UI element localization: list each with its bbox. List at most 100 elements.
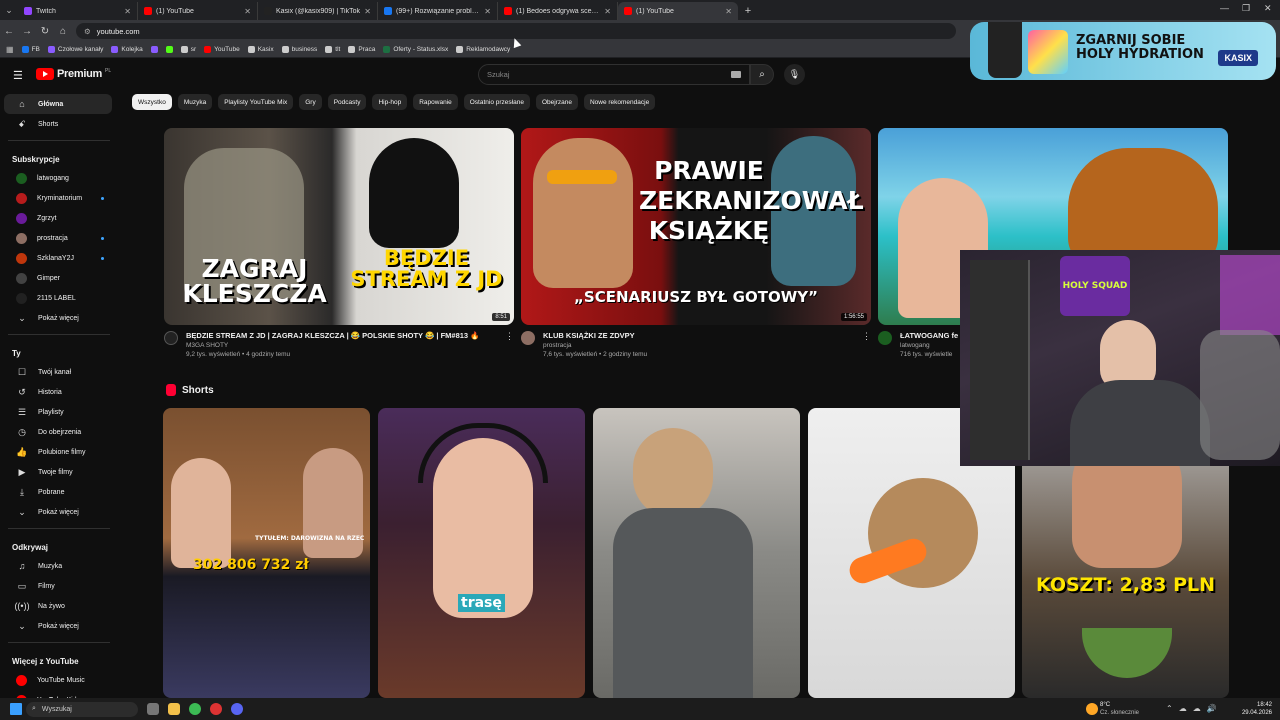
tab-close-icon[interactable]: ✕ [364, 7, 371, 16]
search-input[interactable]: Szukaj [478, 64, 750, 85]
tab-close-icon[interactable]: ✕ [484, 7, 491, 16]
more-options-icon[interactable]: ⋮ [505, 331, 514, 359]
forward-icon[interactable]: → [18, 26, 36, 37]
filter-chip[interactable]: Muzyka [177, 94, 213, 110]
bookmark-item[interactable]: Kolejka [111, 46, 143, 53]
discord-icon[interactable] [231, 703, 243, 715]
tab-close-icon[interactable]: ✕ [604, 7, 611, 16]
task-view-icon[interactable] [147, 703, 159, 715]
sidebar-item-you[interactable]: ⤓ Pobrane [4, 482, 112, 502]
short-card[interactable]: 302 806 732 zł TYTUŁEM: DAROWIZNA NA RZE… [163, 408, 370, 698]
app-icon[interactable] [210, 703, 222, 715]
bookmark-item[interactable]: business [281, 46, 317, 53]
channel-name[interactable]: M3GA SHOTY [186, 341, 480, 350]
sidebar-item-explore[interactable]: ((•)) Na żywo [4, 596, 112, 616]
tab-close-icon[interactable]: ✕ [244, 7, 251, 16]
sidebar-section-title[interactable]: Subskrypcje [0, 147, 118, 168]
channel-avatar[interactable] [521, 331, 535, 345]
browser-tab[interactable]: (1) YouTube ✕ [618, 2, 738, 20]
show-more-button[interactable]: ⌄ Pokaż więcej [4, 308, 112, 328]
sidebar-subscription[interactable]: Gimper [4, 268, 112, 288]
video-title[interactable]: ŁATWOGANG fe [900, 331, 958, 341]
back-icon[interactable]: ← [0, 26, 18, 37]
sidebar-section-title[interactable]: Więcej z YouTube [0, 649, 118, 670]
close-window-icon[interactable]: ✕ [1264, 3, 1272, 14]
video-thumbnail[interactable]: PRAWIE ZEKRANIZOWAŁ KSIĄŻKĘ „SCENARIUSZ … [521, 128, 871, 325]
site-info-icon[interactable]: ⚙ [84, 27, 91, 36]
bookmark-item[interactable]: Kasix [247, 46, 274, 53]
windows-start-icon[interactable] [10, 703, 22, 715]
tab-search-icon[interactable]: ⌄ [0, 0, 18, 20]
bookmark-item[interactable]: Oferty - Status.xlsx [383, 46, 448, 53]
bookmark-item[interactable] [165, 46, 173, 53]
bookmark-item[interactable]: Praca [348, 46, 375, 53]
short-card[interactable] [593, 408, 800, 698]
sidebar-subscription[interactable]: SzklanaY2J [4, 248, 112, 268]
sidebar-subscription[interactable]: prostracja [4, 228, 112, 248]
video-card[interactable]: PRAWIE ZEKRANIZOWAŁ KSIĄŻKĘ „SCENARIUSZ … [521, 128, 871, 359]
filter-chip[interactable]: Wszystko [132, 94, 172, 110]
video-card[interactable]: ZAGRAJ KLESZCZA BĘDZIE STREAM Z JD 8:51 … [164, 128, 514, 359]
sidebar-subscription[interactable]: 2115 LABEL [4, 288, 112, 308]
more-options-icon[interactable]: ⋮ [862, 331, 871, 359]
filter-chip[interactable]: Rapowanie [413, 94, 458, 110]
channel-avatar[interactable] [878, 331, 892, 345]
browser-tab[interactable]: Kasix (@kasix909) | TikTok ✕ [258, 2, 378, 20]
bookmark-item[interactable]: sr [180, 46, 196, 53]
apps-icon[interactable]: ▦ [6, 45, 14, 54]
bookmark-item[interactable]: Reklamodawcy [456, 46, 510, 53]
sidebar-subscription[interactable]: Zgrzyt [4, 208, 112, 228]
show-more-button[interactable]: ⌄ Pokaż więcej [4, 502, 112, 522]
filter-chip[interactable]: Obejrzane [535, 94, 578, 110]
sidebar-item-more[interactable]: YouTube Music [4, 670, 112, 690]
filter-chip[interactable]: Gry [299, 94, 322, 110]
sidebar-item-you[interactable]: ◷ Do obejrzenia [4, 422, 112, 442]
search-button[interactable]: ⌕ [750, 64, 774, 85]
sidebar-item-shorts[interactable]: ꗃ Shorts [4, 114, 112, 134]
sidebar-item-you[interactable]: ▶ Twoje filmy [4, 462, 112, 482]
video-thumbnail[interactable]: ZAGRAJ KLESZCZA BĘDZIE STREAM Z JD 8:51 [164, 128, 514, 325]
minimize-icon[interactable]: — [1220, 3, 1229, 13]
maximize-icon[interactable]: ❐ [1242, 3, 1250, 14]
short-card[interactable]: trasę [378, 408, 585, 698]
sidebar-item-you[interactable]: ☐ Twój kanał [4, 362, 112, 382]
file-explorer-icon[interactable] [168, 703, 180, 715]
tab-close-icon[interactable]: ✕ [725, 7, 732, 16]
sidebar-section-title[interactable]: Odkrywaj [0, 535, 118, 556]
filter-chip[interactable]: Nowe rekomendacje [583, 94, 656, 110]
channel-name[interactable]: latwogang [900, 341, 958, 350]
video-title[interactable]: BĘDZIE STREAM Z JD | ZAGRAJ KLESZCZA | 😂… [186, 331, 480, 341]
youtube-logo[interactable]: Premium PL [36, 68, 111, 80]
filter-chip[interactable]: Ostatnio przesłane [463, 94, 530, 110]
browser-tab[interactable]: (1) Bedoes odgrywa scenkę z cl ✕ [498, 2, 618, 20]
mic-button[interactable]: 🎙 [784, 64, 805, 85]
channel-avatar[interactable] [164, 331, 178, 345]
sidebar-item-explore[interactable]: ▭ Filmy [4, 576, 112, 596]
bookmark-item[interactable] [150, 46, 158, 53]
bookmark-item[interactable]: FB [21, 46, 40, 53]
video-title[interactable]: KLUB KSIĄŻKI ZE ZDVPY [543, 331, 647, 341]
home-browser-icon[interactable]: ⌂ [54, 26, 72, 37]
system-tray-icons[interactable]: ⌃☁☁🔊 [1166, 704, 1223, 713]
new-tab-icon[interactable]: + [738, 2, 758, 20]
filter-chip[interactable]: Playlisty YouTube Mix [218, 94, 294, 110]
sidebar-subscription[interactable]: Kryminatorium [4, 188, 112, 208]
menu-icon[interactable]: ☰ [13, 69, 23, 82]
weather-icon[interactable] [1086, 703, 1098, 715]
bookmark-item[interactable]: Czołowe kanały [47, 46, 103, 53]
bookmark-item[interactable]: tlt [325, 46, 340, 53]
chrome-icon[interactable] [189, 703, 201, 715]
filter-chip[interactable]: Hip-hop [372, 94, 408, 110]
sidebar-item-you[interactable]: 👍 Polubione filmy [4, 442, 112, 462]
channel-name[interactable]: prostracja [543, 341, 647, 350]
sidebar-section-title[interactable]: Ty [0, 341, 118, 362]
sidebar-item-you[interactable]: ↺ Historia [4, 382, 112, 402]
sidebar-item-home[interactable]: ⌂ Główna [4, 94, 112, 114]
sidebar-subscription[interactable]: latwogang [4, 168, 112, 188]
keyboard-icon[interactable] [731, 71, 741, 78]
sidebar-item-explore[interactable]: ♫ Muzyka [4, 556, 112, 576]
show-more-button[interactable]: ⌄ Pokaż więcej [4, 616, 112, 636]
reload-icon[interactable]: ↻ [36, 26, 54, 37]
filter-chip[interactable]: Podcasty [327, 94, 367, 110]
browser-tab[interactable]: Twitch ✕ [18, 2, 138, 20]
